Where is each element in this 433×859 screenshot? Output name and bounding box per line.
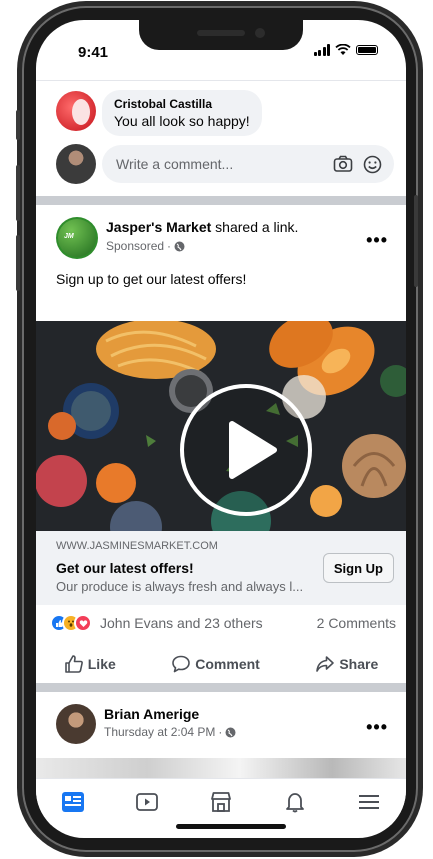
screen: 9:41 Cristobal Castilla You all look so … <box>36 20 406 838</box>
play-button[interactable] <box>180 384 312 516</box>
marketplace-icon[interactable] <box>209 791 233 813</box>
post-actions: Like Comment Share <box>36 646 406 682</box>
sign-up-button[interactable]: Sign Up <box>322 553 394 583</box>
comment-author[interactable]: Cristobal Castilla <box>114 97 250 111</box>
like-button[interactable]: Like <box>64 654 116 674</box>
mute-switch <box>16 110 20 140</box>
volume-up-button <box>16 165 20 221</box>
post-header: Jasper's Market shared a link. <box>106 219 298 235</box>
notifications-icon[interactable] <box>283 791 307 813</box>
link-description: Our produce is always fresh and always l… <box>56 579 304 594</box>
wifi-icon <box>335 44 351 55</box>
feed-separator <box>36 683 406 692</box>
power-button <box>414 195 418 287</box>
comment-bubble: Cristobal Castilla You all look so happy… <box>102 90 262 136</box>
play-icon <box>229 421 277 479</box>
share-label: Share <box>339 656 379 672</box>
link-preview[interactable]: WWW.JASMINESMARKET.COM Get our latest of… <box>36 531 406 605</box>
meta-dot: · <box>218 725 223 739</box>
emoji-icon[interactable] <box>363 155 382 174</box>
page-name[interactable]: Jasper's Market <box>106 219 211 235</box>
camera-icon[interactable] <box>333 155 353 173</box>
comment-button[interactable]: Comment <box>171 654 260 674</box>
comment-input-box[interactable] <box>102 145 394 183</box>
post-author[interactable]: Brian Amerige <box>104 706 199 722</box>
love-reaction-icon <box>74 614 92 632</box>
share-button[interactable]: Share <box>315 654 378 674</box>
current-user-avatar <box>56 144 96 184</box>
link-title: Get our latest offers! <box>56 560 194 576</box>
comment-input[interactable] <box>114 155 333 173</box>
post-options-icon[interactable]: ••• <box>366 717 388 738</box>
globe-icon <box>174 241 185 251</box>
comments-count[interactable]: 2 Comments <box>317 615 396 631</box>
previous-post-edge <box>36 80 406 85</box>
globe-icon <box>225 727 236 737</box>
like-icon <box>64 655 83 673</box>
post-options-icon[interactable]: ••• <box>366 230 388 251</box>
menu-icon[interactable] <box>357 791 381 813</box>
share-icon <box>316 656 335 672</box>
author-avatar[interactable] <box>56 704 96 744</box>
meta-dot: · <box>167 239 172 253</box>
link-domain: WWW.JASMINESMARKET.COM <box>56 540 218 552</box>
comment-text: You all look so happy! <box>114 113 250 129</box>
post-meta: Thursday at 2:04 PM · <box>104 725 236 739</box>
speaker <box>197 30 245 36</box>
comment-label: Comment <box>195 656 260 672</box>
page-avatar[interactable]: JM <box>56 217 98 259</box>
notch <box>139 20 303 50</box>
reactions-summary[interactable]: John Evans and 23 others 2 Comments <box>50 614 396 632</box>
volume-down-button <box>16 235 20 291</box>
comment-icon <box>172 655 191 673</box>
feed-separator <box>36 196 406 205</box>
post-meta: Sponsored · <box>106 239 185 253</box>
news-feed-icon[interactable] <box>61 791 85 813</box>
watch-icon[interactable] <box>135 791 159 813</box>
tab-bar <box>36 778 406 825</box>
sponsored-label[interactable]: Sponsored <box>106 239 164 253</box>
like-label: Like <box>87 656 116 672</box>
post-action: shared a link. <box>215 219 299 235</box>
post-caption: Sign up to get our latest offers! <box>56 271 247 287</box>
signal-icon <box>313 44 330 56</box>
home-indicator[interactable] <box>176 824 286 829</box>
reactions-text[interactable]: John Evans and 23 others <box>100 615 263 631</box>
battery-icon <box>356 45 378 55</box>
status-time: 9:41 <box>78 44 109 61</box>
post-image-preview[interactable] <box>36 758 406 778</box>
commenter-avatar[interactable] <box>56 91 96 131</box>
camera <box>255 28 265 38</box>
post-timestamp[interactable]: Thursday at 2:04 PM <box>104 725 215 739</box>
status-icons <box>313 44 378 56</box>
